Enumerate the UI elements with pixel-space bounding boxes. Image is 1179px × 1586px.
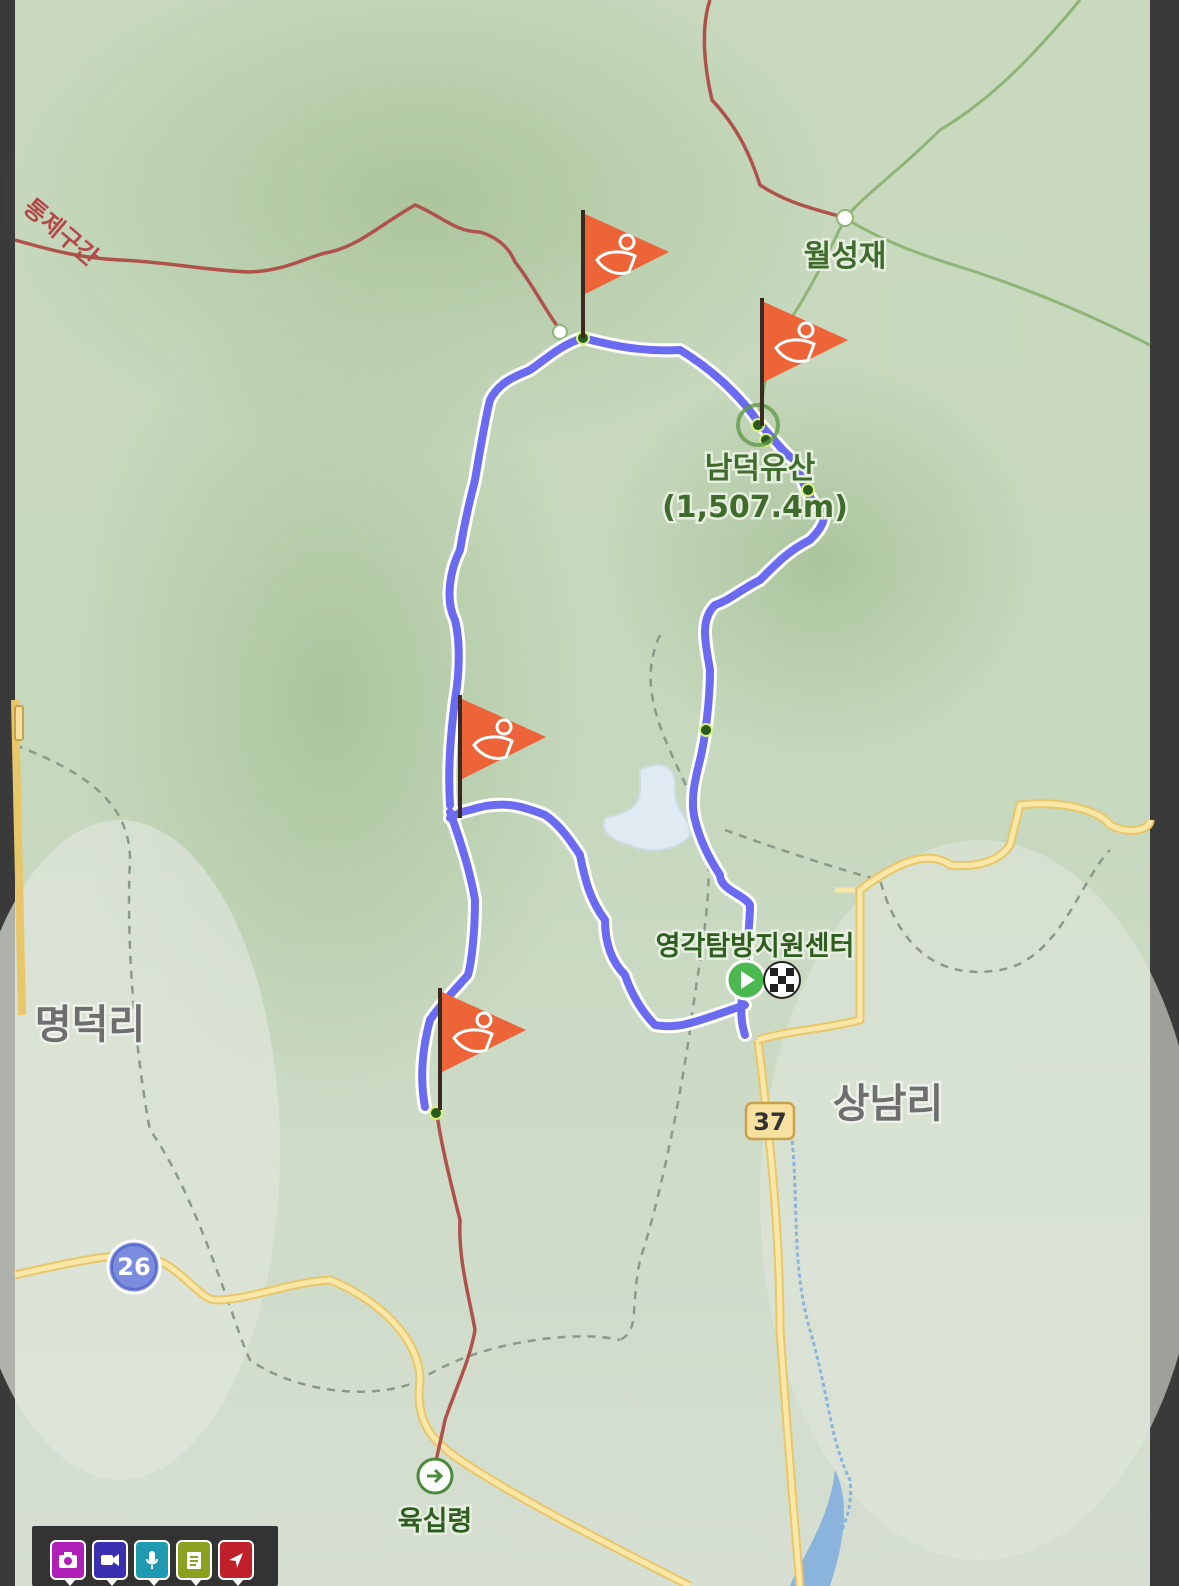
memo-button[interactable] xyxy=(176,1540,212,1586)
microphone-icon xyxy=(146,1551,158,1569)
video-icon xyxy=(101,1554,119,1566)
route-26-label: 26 xyxy=(117,1253,150,1281)
memo-icon xyxy=(187,1552,201,1569)
yeonggak-center-label: 영각탐방지원센터 xyxy=(656,931,855,962)
camera-icon xyxy=(59,1552,77,1568)
voice-button[interactable] xyxy=(134,1540,170,1586)
offscreen-marker xyxy=(14,705,24,741)
namdeokyusan-elevation: (1,507.4m) xyxy=(662,490,848,525)
start-play-icon[interactable] xyxy=(725,959,767,1001)
namdeokyusan-label: 남덕유산 xyxy=(705,451,816,486)
waypoint-dot[interactable] xyxy=(699,723,713,737)
location-icon xyxy=(229,1553,243,1568)
mountain-shading xyxy=(600,360,1040,760)
trail-map[interactable]: 37 26 통제구간 월성재 남덕유산 (1,507.4m) 영각탐방지원센터 … xyxy=(0,0,1179,1586)
route-26-badge: 26 xyxy=(106,1239,162,1295)
pass-arrow-icon[interactable] xyxy=(416,1457,454,1495)
camera-button[interactable] xyxy=(50,1540,86,1586)
route-37-badge: 37 xyxy=(744,1101,796,1141)
location-button[interactable] xyxy=(218,1540,254,1586)
finish-checkered-icon[interactable] xyxy=(763,961,801,999)
wolseongjae-label: 월성재 xyxy=(804,239,887,274)
trail-junction xyxy=(552,324,568,340)
media-toolbar xyxy=(32,1526,278,1586)
trail-junction xyxy=(836,209,854,227)
sangnam-ri-label: 상남리 xyxy=(833,1081,943,1127)
video-button[interactable] xyxy=(92,1540,128,1586)
myeongdeok-ri-label: 명덕리 xyxy=(35,1002,145,1048)
route-37-label: 37 xyxy=(753,1108,786,1136)
yuksimnyeong-label: 육십령 xyxy=(398,1506,473,1537)
